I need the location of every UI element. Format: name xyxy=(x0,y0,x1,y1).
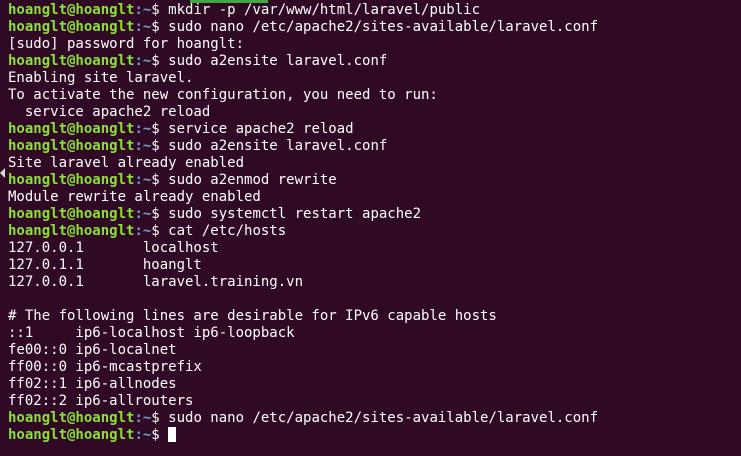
prompt-user-host: hoanglt@hoanglt xyxy=(8,427,135,443)
command-text: sudo systemctl restart apache2 xyxy=(168,206,422,222)
prompt-symbol: $ xyxy=(151,138,169,154)
output-line: [sudo] password for hoanglt: xyxy=(8,36,245,52)
scroll-left-arrow-icon[interactable] xyxy=(0,168,5,178)
output-line: Enabling site laravel. xyxy=(8,70,194,86)
prompt-path: :~ xyxy=(134,138,152,154)
prompt-path: :~ xyxy=(134,427,152,443)
prompt-path: :~ xyxy=(134,410,152,426)
terminal-output: hoanglt@hoanglt:~$ mkdir -p /var/www/htm… xyxy=(8,2,741,444)
prompt-user-host: hoanglt@hoanglt xyxy=(8,410,135,426)
prompt-line: hoanglt@hoanglt:~$ service apache2 reloa… xyxy=(8,121,741,138)
command-text: cat /etc/hosts xyxy=(168,223,287,239)
prompt-symbol: $ xyxy=(151,427,169,443)
prompt-line: hoanglt@hoanglt:~$ sudo a2enmod rewrite xyxy=(8,172,741,189)
prompt-user-host: hoanglt@hoanglt xyxy=(8,138,135,154)
prompt-path: :~ xyxy=(134,19,152,35)
prompt-path: :~ xyxy=(134,172,152,188)
text-cursor[interactable] xyxy=(168,427,177,442)
prompt-symbol: $ xyxy=(151,172,169,188)
prompt-line: hoanglt@hoanglt:~$ sudo nano /etc/apache… xyxy=(8,19,741,36)
prompt-user-host: hoanglt@hoanglt xyxy=(8,172,135,188)
command-text: sudo nano /etc/apache2/sites-available/l… xyxy=(168,19,599,35)
prompt-line: hoanglt@hoanglt:~$ sudo a2ensite laravel… xyxy=(8,53,741,70)
output-line: service apache2 reload xyxy=(8,104,211,120)
output-line: ::1 ip6-localhost ip6-loopback xyxy=(8,325,295,341)
prompt-symbol: $ xyxy=(151,223,169,239)
prompt-user-host: hoanglt@hoanglt xyxy=(8,223,135,239)
terminal-window[interactable]: hoanglt@hoanglt:~$ mkdir -p /var/www/htm… xyxy=(0,0,741,456)
prompt-symbol: $ xyxy=(151,206,169,222)
output-line: 127.0.0.1 localhost xyxy=(8,240,219,256)
command-text: sudo a2ensite laravel.conf xyxy=(168,138,388,154)
prompt-path: :~ xyxy=(134,2,152,18)
command-text: sudo nano /etc/apache2/sites-available/l… xyxy=(168,410,599,426)
prompt-user-host: hoanglt@hoanglt xyxy=(8,206,135,222)
prompt-path: :~ xyxy=(134,223,152,239)
prompt-line: hoanglt@hoanglt:~$ xyxy=(8,427,741,444)
output-line: 127.0.1.1 hoanglt xyxy=(8,257,202,273)
output-line: To activate the new configuration, you n… xyxy=(8,87,438,103)
prompt-symbol: $ xyxy=(151,121,169,137)
prompt-symbol: $ xyxy=(151,2,169,18)
prompt-symbol: $ xyxy=(151,53,169,69)
prompt-line: hoanglt@hoanglt:~$ sudo nano /etc/apache… xyxy=(8,410,741,427)
prompt-user-host: hoanglt@hoanglt xyxy=(8,2,135,18)
prompt-path: :~ xyxy=(134,53,152,69)
output-line: ff00::0 ip6-mcastprefix xyxy=(8,359,202,375)
output-line: Site laravel already enabled xyxy=(8,155,245,171)
command-text: sudo a2enmod rewrite xyxy=(168,172,337,188)
command-text: mkdir -p /var/www/html/laravel/public xyxy=(168,2,481,18)
prompt-symbol: $ xyxy=(151,19,169,35)
command-text: sudo a2ensite laravel.conf xyxy=(168,53,388,69)
prompt-line: hoanglt@hoanglt:~$ cat /etc/hosts xyxy=(8,223,741,240)
prompt-path: :~ xyxy=(134,121,152,137)
prompt-user-host: hoanglt@hoanglt xyxy=(8,19,135,35)
prompt-line: hoanglt@hoanglt:~$ sudo a2ensite laravel… xyxy=(8,138,741,155)
prompt-user-host: hoanglt@hoanglt xyxy=(8,53,135,69)
prompt-line: hoanglt@hoanglt:~$ mkdir -p /var/www/htm… xyxy=(8,2,741,19)
output-line: Module rewrite already enabled xyxy=(8,189,261,205)
output-line: # The following lines are desirable for … xyxy=(8,308,497,324)
prompt-user-host: hoanglt@hoanglt xyxy=(8,121,135,137)
output-line: ff02::1 ip6-allnodes xyxy=(8,376,177,392)
prompt-path: :~ xyxy=(134,206,152,222)
prompt-symbol: $ xyxy=(151,410,169,426)
output-line: fe00::0 ip6-localnet xyxy=(8,342,177,358)
output-line: ff02::2 ip6-allrouters xyxy=(8,393,194,409)
command-text: service apache2 reload xyxy=(168,121,354,137)
prompt-line: hoanglt@hoanglt:~$ sudo systemctl restar… xyxy=(8,206,741,223)
output-line: 127.0.0.1 laravel.training.vn xyxy=(8,274,304,290)
